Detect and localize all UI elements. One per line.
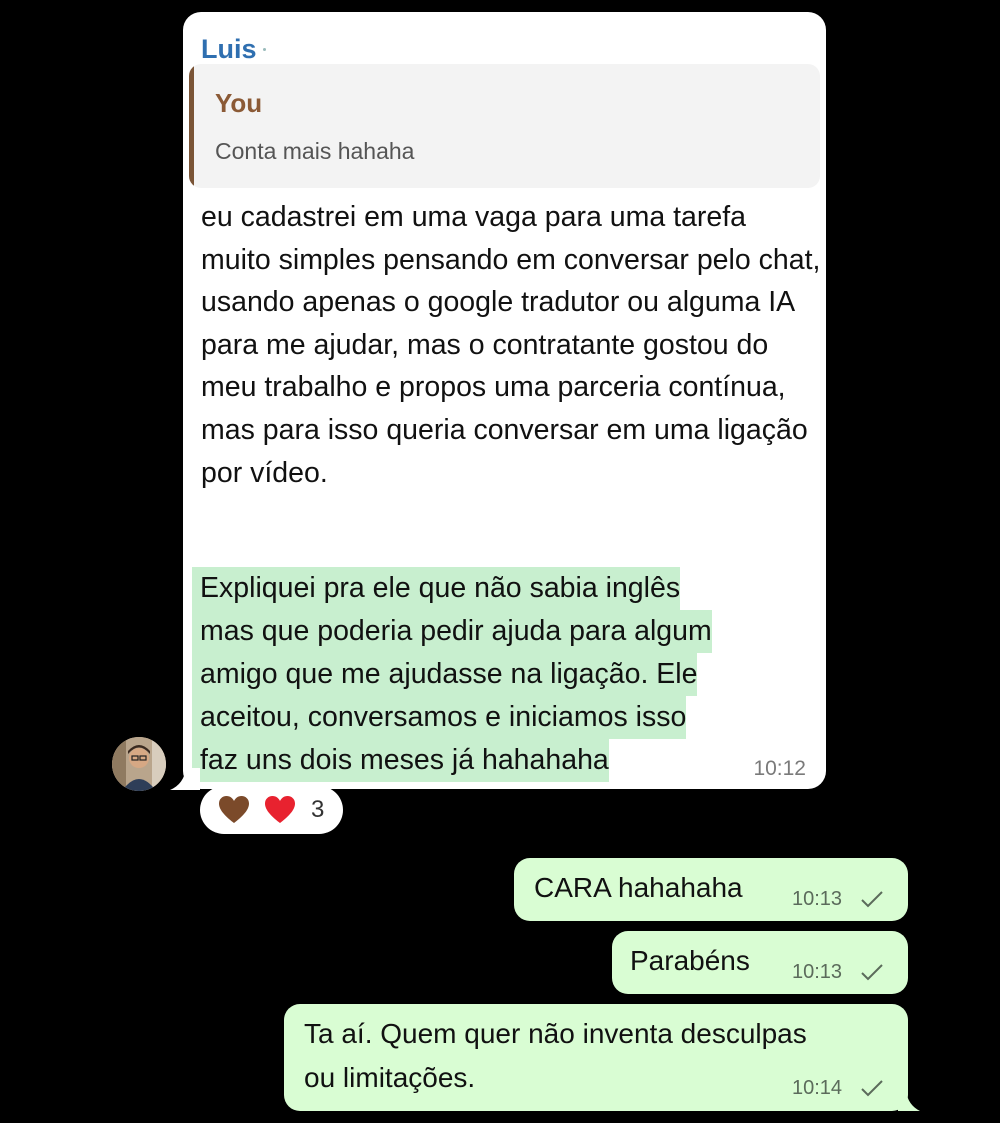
quote-accent-bar <box>189 64 194 188</box>
outgoing-message-bubble[interactable]: Ta aí. Quem quer não inventa desculpas o… <box>284 1004 908 1111</box>
highlighted-line: Expliquei pra ele que não sabia inglês <box>192 567 681 610</box>
incoming-bubble-tail <box>170 768 200 790</box>
avatar[interactable] <box>112 737 166 791</box>
sent-check-icon <box>861 891 883 908</box>
reactions-pill[interactable]: 3 <box>200 786 343 834</box>
outgoing-bubble-tail <box>898 1091 920 1111</box>
message-time: 10:13 <box>792 888 843 910</box>
sent-check-icon <box>861 964 883 981</box>
message-paragraph-1: eu cadastrei em uma vaga para uma tarefa… <box>201 201 821 489</box>
reaction-count: 3 <box>311 796 325 823</box>
quote-text: Conta mais hahaha <box>215 138 415 164</box>
highlighted-line: faz uns dois meses já hahahaha <box>192 739 609 782</box>
quote-author: You <box>215 88 263 118</box>
sender-separator-dot <box>263 48 266 51</box>
message-time: 10:13 <box>792 961 843 983</box>
highlighted-line: aceitou, conversamos e iniciamos isso <box>192 696 687 739</box>
sender-name[interactable]: Luis <box>201 34 257 65</box>
sent-check-icon <box>861 1080 883 1097</box>
outgoing-message-bubble[interactable]: Parabéns 10:13 <box>612 931 908 994</box>
quoted-message[interactable]: You Conta mais hahaha <box>189 64 820 188</box>
brown-heart-icon <box>219 796 249 823</box>
person-avatar-icon <box>112 737 166 791</box>
message-time: 10:12 <box>753 757 806 780</box>
highlighted-line: mas que poderia pedir ajuda para algum <box>192 610 712 653</box>
red-heart-icon <box>265 796 295 823</box>
highlighted-line: amigo que me ajudasse na ligação. Ele <box>192 653 698 696</box>
message-text: CARA hahahaha <box>534 872 743 903</box>
message-text-line: Ta aí. Quem quer não inventa desculpas <box>304 1018 807 1049</box>
message-text: Parabéns <box>630 945 750 976</box>
message-time: 10:14 <box>792 1077 843 1099</box>
incoming-message-bubble[interactable]: Luis You Conta mais hahaha eu cadastrei … <box>183 12 826 789</box>
message-text-line: ou limitações. <box>304 1062 476 1093</box>
outgoing-message-bubble[interactable]: CARA hahahaha 10:13 <box>514 858 908 921</box>
